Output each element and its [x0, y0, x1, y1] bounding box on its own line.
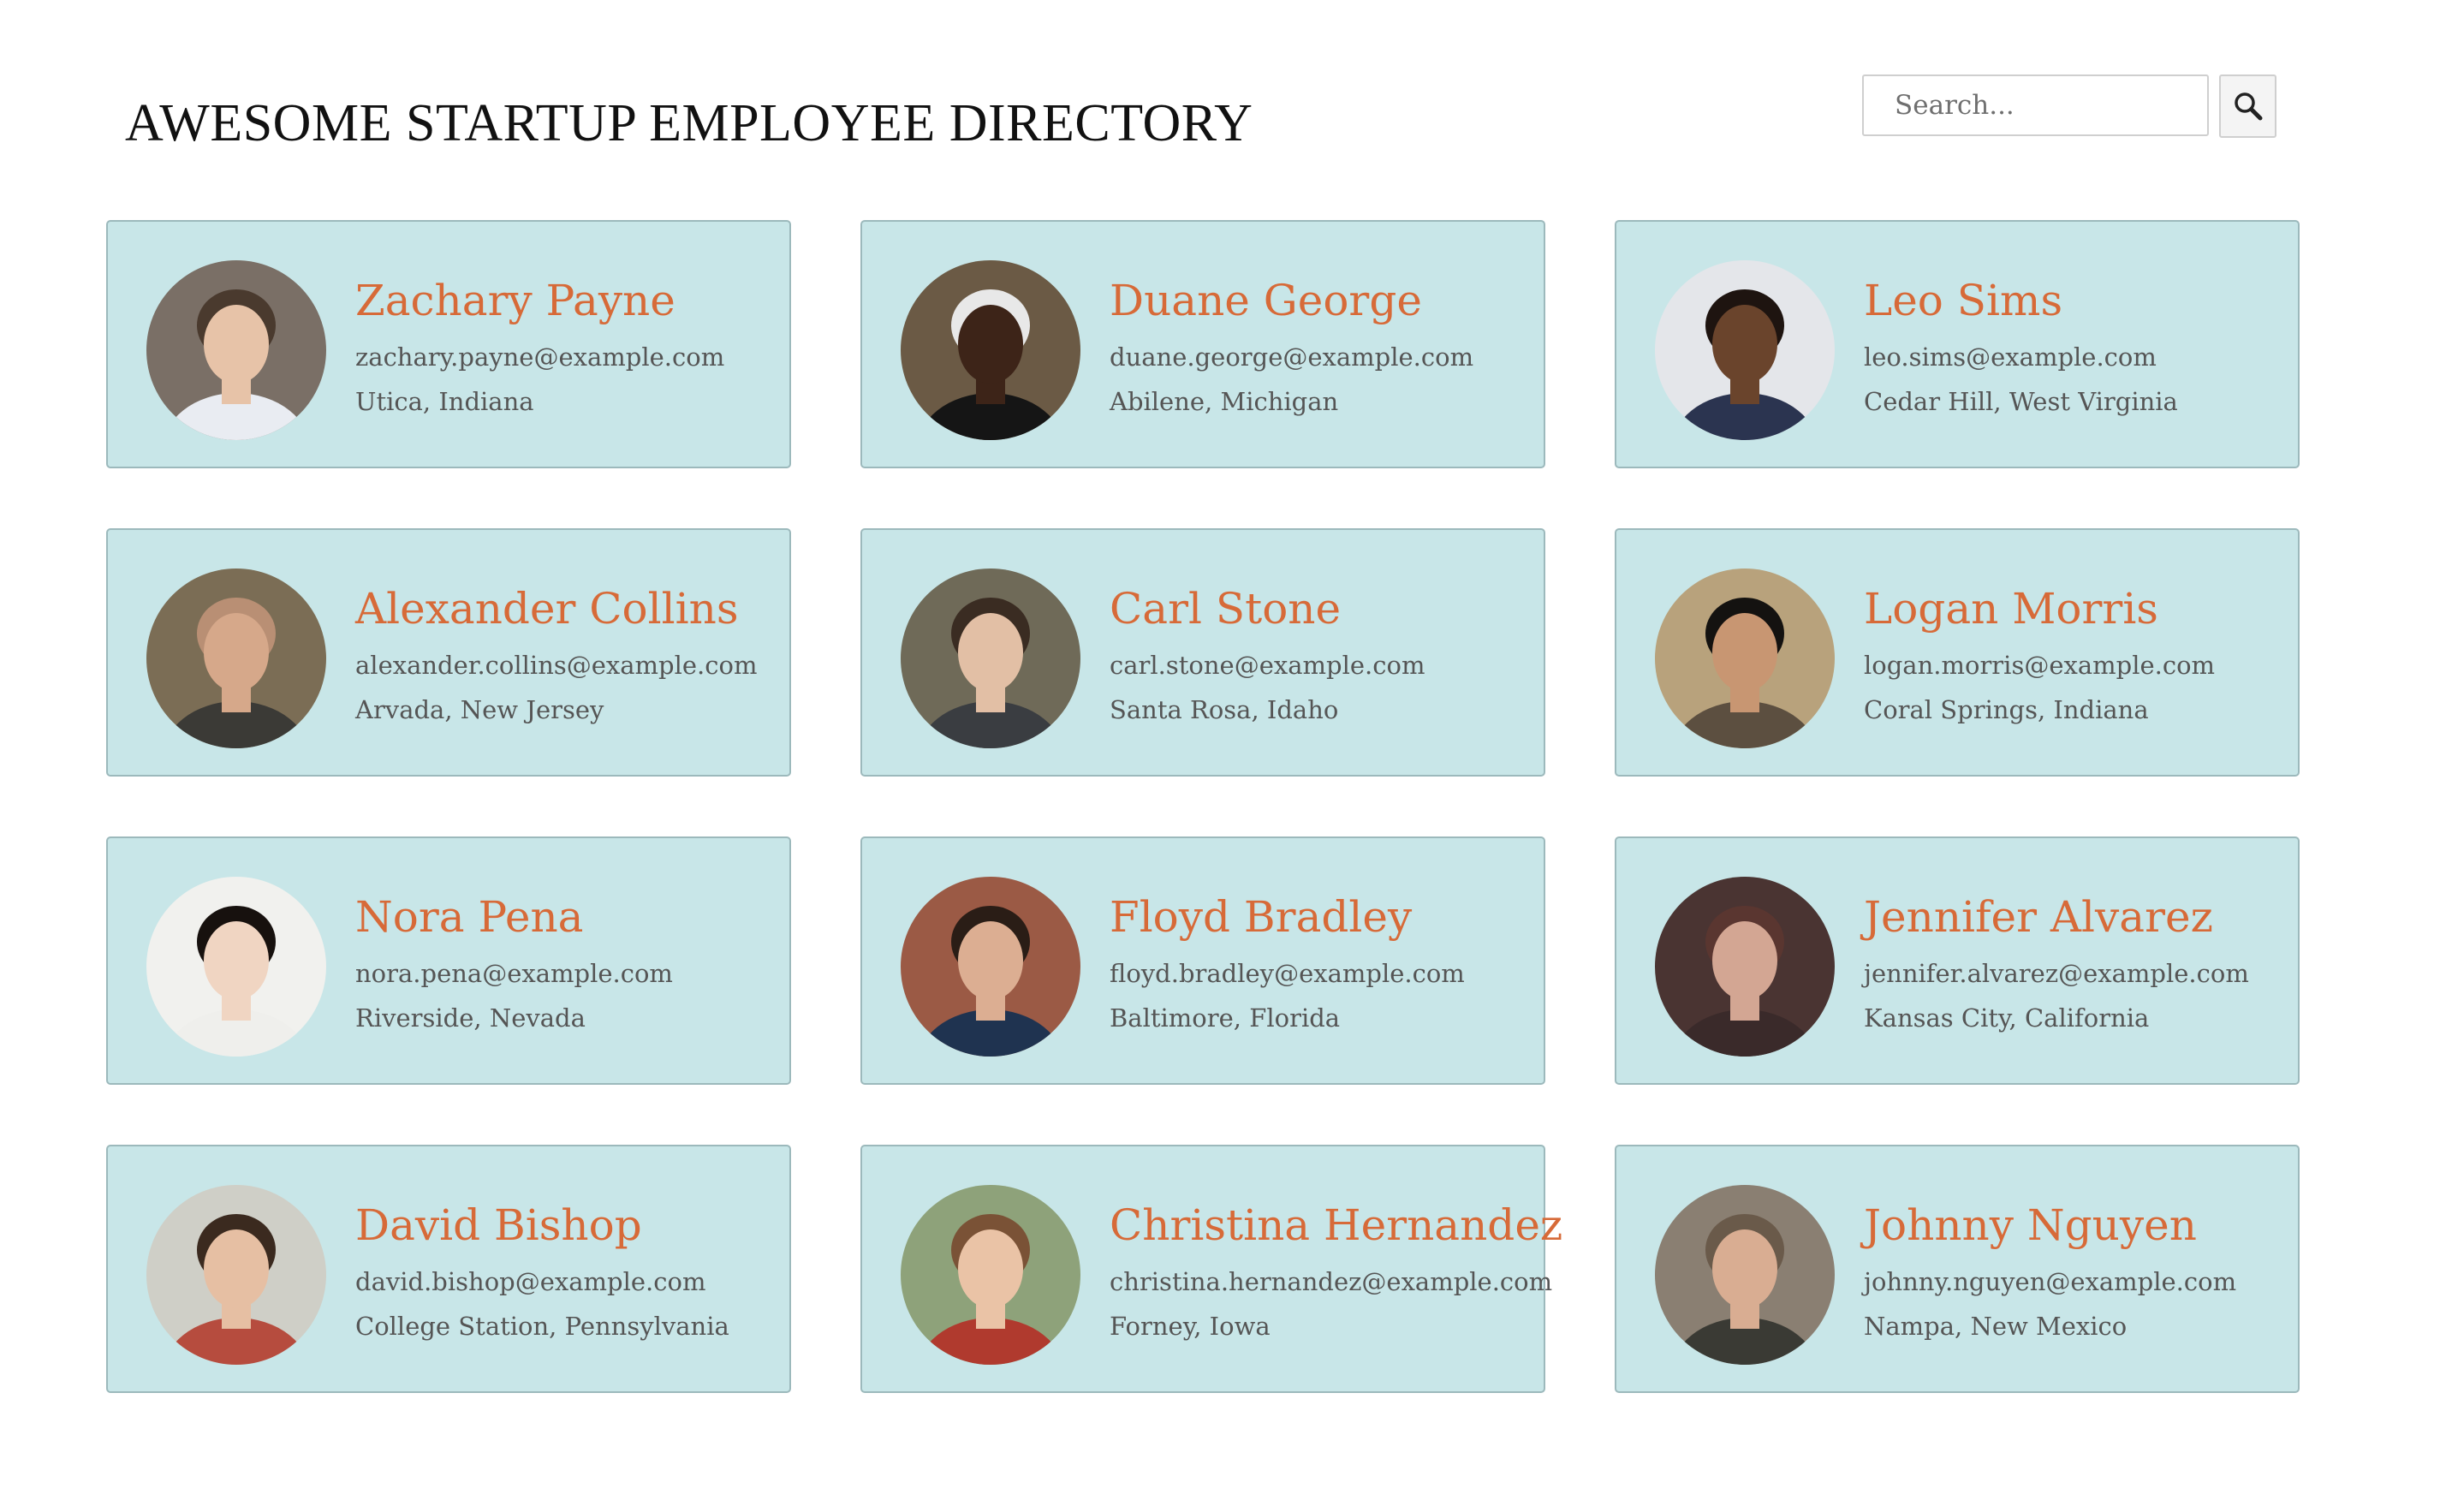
employee-email: christina.hernandez@example.com	[1110, 1267, 1553, 1296]
employee-name: Zachary Payne	[355, 276, 675, 325]
employee-email: duane.george@example.com	[1110, 342, 1474, 372]
page-title: AWESOME STARTUP EMPLOYEE DIRECTORY	[125, 94, 1253, 152]
employee-email: alexander.collins@example.com	[355, 651, 758, 680]
employee-card[interactable]: Logan Morris logan.morris@example.com Cora…	[1615, 528, 2300, 777]
avatar	[1655, 877, 1835, 1057]
search-button[interactable]	[2219, 74, 2276, 138]
employee-location: Abilene, Michigan	[1110, 387, 1339, 416]
employee-email: zachary.payne@example.com	[355, 342, 725, 372]
employee-name: Christina Hernandez	[1110, 1200, 1563, 1250]
employee-location: Kansas City, California	[1864, 1003, 2150, 1033]
employee-card[interactable]: Christina Hernandez christina.hernandez@e…	[860, 1145, 1562, 1393]
employee-name: Carl Stone	[1110, 584, 1342, 634]
employee-location: College Station, Pennsylvania	[355, 1312, 729, 1341]
employee-card[interactable]: Leo Sims leo.sims@example.com Cedar Hill, …	[1615, 220, 2300, 468]
avatar	[146, 568, 326, 748]
employee-card[interactable]: Nora Pena nora.pena@example.com Riverside,…	[106, 836, 791, 1085]
avatar	[901, 568, 1080, 748]
employee-location: Cedar Hill, West Virginia	[1864, 387, 2178, 416]
avatar	[901, 877, 1080, 1057]
employee-card[interactable]: Zachary Payne zachary.payne@example.com Ut…	[106, 220, 791, 468]
employee-card[interactable]: Carl Stone carl.stone@example.com Santa Ro…	[860, 528, 1545, 777]
employee-location: Baltimore, Florida	[1110, 1003, 1341, 1033]
employee-card[interactable]: David Bishop david.bishop@example.com Coll…	[106, 1145, 791, 1393]
employee-email: carl.stone@example.com	[1110, 651, 1425, 680]
employee-card[interactable]: Alexander Collins alexander.collins@examp…	[106, 528, 791, 777]
employee-name: Jennifer Alvarez	[1864, 892, 2213, 942]
avatar	[146, 1185, 326, 1365]
employee-email: jennifer.alvarez@example.com	[1864, 959, 2249, 988]
employee-name: Leo Sims	[1864, 276, 2063, 325]
avatar	[901, 260, 1080, 440]
employee-location: Riverside, Nevada	[355, 1003, 586, 1033]
employee-name: Johnny Nguyen	[1864, 1200, 2197, 1250]
employee-email: logan.morris@example.com	[1864, 651, 2216, 680]
avatar	[146, 877, 326, 1057]
employee-location: Coral Springs, Indiana	[1864, 695, 2149, 724]
employee-email: johnny.nguyen@example.com	[1864, 1267, 2237, 1296]
employee-card[interactable]: Duane George duane.george@example.com Abil…	[860, 220, 1545, 468]
employee-location: Utica, Indiana	[355, 387, 534, 416]
employee-email: leo.sims@example.com	[1864, 342, 2157, 372]
employee-email: david.bishop@example.com	[355, 1267, 706, 1296]
search-input[interactable]	[1862, 74, 2209, 136]
employee-card[interactable]: Johnny Nguyen johnny.nguyen@example.com Na…	[1615, 1145, 2300, 1393]
search-icon	[2232, 90, 2264, 122]
employee-location: Nampa, New Mexico	[1864, 1312, 2128, 1341]
avatar	[901, 1185, 1080, 1365]
employee-name: Floyd Bradley	[1110, 892, 1413, 942]
employee-location: Santa Rosa, Idaho	[1110, 695, 1339, 724]
employee-location: Forney, Iowa	[1110, 1312, 1271, 1341]
employee-name: Duane George	[1110, 276, 1422, 325]
employee-name: David Bishop	[355, 1200, 642, 1250]
employee-name: Nora Pena	[355, 892, 584, 942]
employee-location: Arvada, New Jersey	[355, 695, 604, 724]
employee-card[interactable]: Floyd Bradley floyd.bradley@example.com Ba…	[860, 836, 1545, 1085]
avatar	[1655, 568, 1835, 748]
employee-email: nora.pena@example.com	[355, 959, 673, 988]
avatar	[1655, 1185, 1835, 1365]
avatar	[1655, 260, 1835, 440]
avatar	[146, 260, 326, 440]
employee-card[interactable]: Jennifer Alvarez jennifer.alvarez@example…	[1615, 836, 2300, 1085]
employee-name: Logan Morris	[1864, 584, 2158, 634]
employee-name: Alexander Collins	[355, 584, 739, 634]
employee-email: floyd.bradley@example.com	[1110, 959, 1465, 988]
